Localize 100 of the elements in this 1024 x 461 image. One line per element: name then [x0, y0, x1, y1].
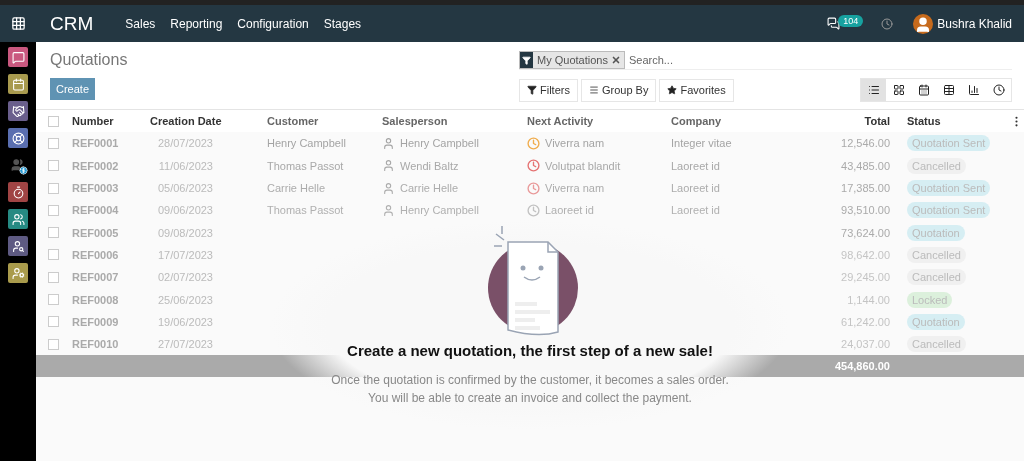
table-cell-text: 09/06/2023 [156, 204, 213, 217]
person-icon [382, 159, 395, 173]
table-cell-text: REF0005 [72, 226, 120, 239]
checkbox[interactable] [48, 338, 59, 350]
search-field[interactable]: Search... [626, 53, 1012, 67]
table-cell-text: Laoreet id [671, 204, 721, 217]
table-cell-text: REF0002 [72, 159, 120, 172]
table-cell-text: 93,510.00 [840, 204, 890, 217]
table-cell-text: 43,485.00 [840, 159, 890, 172]
checkbox[interactable] [48, 316, 59, 328]
status-tag: Quotation Sent [907, 202, 991, 219]
list-icon [588, 85, 599, 95]
list-view-icon[interactable] [861, 79, 886, 101]
calendar-icon[interactable] [8, 74, 28, 94]
table-cell-text: 73,624.00 [840, 226, 890, 239]
filters-button[interactable]: Filters [519, 78, 578, 102]
checkbox[interactable] [48, 227, 59, 239]
table-cell: Carrie Helle [400, 182, 459, 195]
table-cell-text: 11/06/2023 [157, 159, 213, 172]
table-cell-text: REF0003 [72, 182, 120, 195]
table-cell-text: REF0001 [72, 137, 120, 150]
table-cell-text: Thomas Passot [267, 204, 345, 217]
table-cell-text: 17/07/2023 [156, 248, 213, 261]
lifebuoy-icon[interactable] [8, 128, 28, 148]
checkbox[interactable] [48, 271, 59, 283]
status-tag: Quotation [907, 224, 965, 241]
status-tag: Quotation Sent [907, 180, 991, 197]
checkbox[interactable] [48, 182, 59, 194]
handshake-icon[interactable] [8, 101, 28, 121]
clock-icon[interactable] [881, 17, 894, 30]
team-icon[interactable] [8, 209, 28, 229]
table-cell-text: 02/07/2023 [156, 271, 213, 284]
column-header[interactable]: Number [72, 115, 150, 128]
table-cell-text: Carrie Helle [267, 182, 327, 195]
filter-icon [520, 52, 533, 68]
menu-item[interactable]: Stages [323, 16, 362, 31]
checkbox[interactable] [48, 249, 59, 261]
table-cell-text: REF0004 [72, 204, 120, 217]
table-cell: Volutpat blandit [545, 159, 621, 172]
user-name[interactable]: Bushra Khalid [937, 16, 1012, 31]
status-tag: Quotation Sent [907, 135, 991, 152]
chat-icon[interactable] [8, 47, 28, 67]
table-cell-text: Integer vitae [671, 137, 733, 150]
status-tag: Quotation [907, 313, 965, 330]
table-cell-text: Laoreet id [671, 159, 721, 172]
column-header[interactable]: Creation Date [150, 115, 267, 128]
avatar-icon[interactable] [913, 13, 934, 34]
chat-icon [827, 17, 841, 30]
menu-item[interactable]: Reporting [170, 16, 223, 31]
table-cell-text: Thomas Passot [267, 159, 345, 172]
table-cell-text: 17,385.00 [840, 182, 890, 195]
column-header[interactable]: Total [801, 115, 890, 128]
table-cell: Viverra nam [545, 137, 605, 150]
table-cell-text: 25/06/2023 [156, 293, 213, 306]
column-header[interactable]: Salesperson [382, 115, 527, 128]
table-cell-text: REF0007 [72, 271, 120, 284]
app-name: CRM [50, 12, 94, 35]
table-cell-text: 05/06/2023 [156, 182, 213, 195]
checkbox[interactable] [48, 137, 59, 149]
table-cell-text: 19/06/2023 [156, 315, 213, 328]
table-cell-text: 28/07/2023 [156, 137, 213, 150]
checkbox[interactable] [48, 294, 59, 305]
checkbox[interactable] [48, 115, 59, 127]
star-icon [667, 85, 678, 95]
table-cell: Henry Campbell [400, 137, 479, 150]
table-cell: Henry Campbell [400, 204, 479, 217]
stopwatch-icon[interactable] [8, 182, 28, 202]
column-header[interactable]: Company [671, 115, 801, 128]
table-cell-text: REF0010 [72, 338, 120, 351]
person-icon [382, 181, 395, 195]
checkbox[interactable] [48, 204, 59, 216]
table-cell-text: REF0008 [72, 293, 120, 306]
person-search-icon[interactable] [8, 236, 28, 256]
table-cell: Wendi Baltz [400, 159, 459, 172]
table-cell-text: Laoreet id [671, 182, 721, 195]
table-cell-text: REF0006 [72, 248, 120, 261]
page-title: Quotations [50, 51, 129, 69]
grand-total: 454,860.00 [833, 360, 890, 373]
menu-item[interactable]: Sales [125, 16, 156, 31]
favorites-button[interactable]: Favorites [659, 78, 734, 102]
table-cell-text: REF0009 [72, 315, 120, 328]
person-icon [382, 203, 395, 217]
empty-state-title: Create a new quotation, the first step of a new sale! [347, 342, 713, 359]
facet-label: My Quotations [536, 54, 609, 66]
menu-item[interactable]: Configuration [237, 16, 309, 31]
column-header[interactable]: Status [907, 115, 1010, 128]
table-cell-text: 12,546.00 [840, 137, 890, 150]
person-icon [382, 136, 395, 150]
table-cell-text: 09/08/2023 [156, 226, 213, 239]
checkbox[interactable] [48, 160, 59, 172]
person-gear-icon[interactable] [8, 263, 28, 283]
table-cell: Viverra nam [545, 182, 605, 195]
column-header[interactable]: Next Activity [527, 115, 671, 128]
filter-icon [527, 85, 537, 95]
table-cell: Laoreet id [545, 204, 594, 217]
empty-state-text: Once the quotation is confirmed by the customer, it becomes a sales order. You will be able to create an invoice and collect the payment. [331, 372, 729, 407]
group-by-button[interactable]: Group By [580, 78, 657, 102]
table-cell-text: Henry Campbell [267, 137, 347, 150]
table-cell-text: 27/07/2023 [156, 338, 213, 351]
column-header[interactable]: Customer [267, 115, 382, 128]
